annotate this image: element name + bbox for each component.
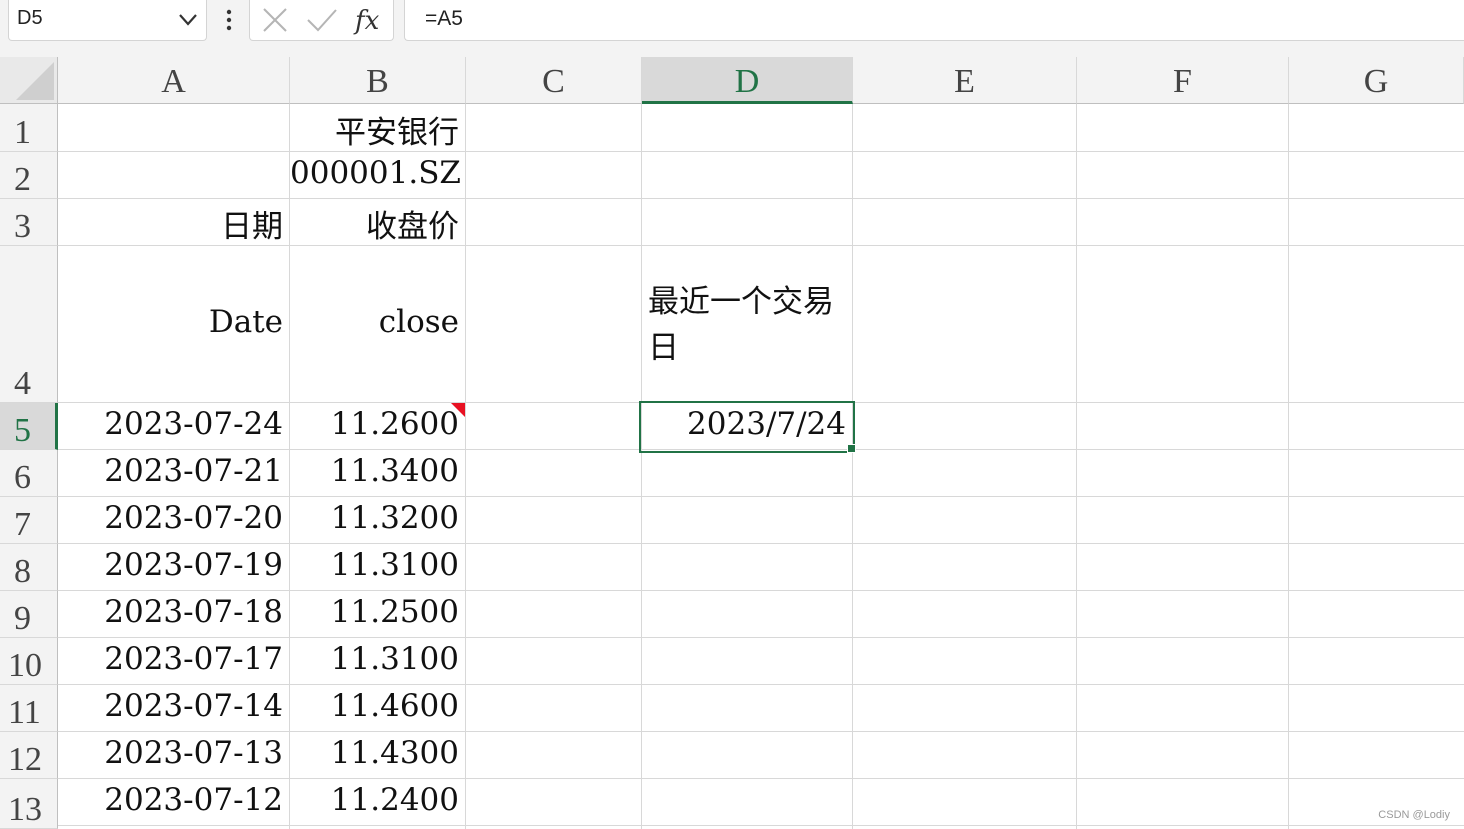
column-header-e[interactable]: E	[853, 57, 1077, 104]
row-number: 10	[8, 647, 42, 684]
row-header-10[interactable]: 10	[0, 638, 58, 685]
formula-actions: fx	[249, 0, 394, 41]
row-number: 4	[14, 365, 31, 402]
column-header-g[interactable]: G	[1289, 57, 1464, 104]
cancel-icon[interactable]	[260, 6, 290, 34]
cell-close[interactable]: 11.3400	[290, 453, 459, 489]
cell-close[interactable]: 11.4600	[290, 688, 459, 724]
row-header-5[interactable]: 5	[0, 403, 58, 450]
cell-date[interactable]: 2023-07-18	[58, 594, 283, 630]
svg-text:fx: fx	[353, 6, 380, 36]
row-header-12[interactable]: 12	[0, 732, 58, 779]
cell-b4[interactable]: close	[290, 304, 459, 340]
cell-date[interactable]: 2023-07-20	[58, 500, 283, 536]
gridline	[58, 684, 1464, 685]
cell-close[interactable]: 11.2600	[290, 406, 459, 442]
cell-d4[interactable]: 最近一个交易日	[648, 279, 844, 371]
row-number: 12	[8, 741, 42, 778]
gridline	[58, 590, 1464, 591]
cell-close[interactable]: 11.3100	[290, 547, 459, 583]
row-number: 8	[14, 553, 31, 590]
comment-indicator[interactable]	[451, 403, 465, 417]
formula-input[interactable]: =A5	[404, 0, 1464, 41]
name-box[interactable]: D5	[8, 0, 207, 41]
gridline	[641, 104, 642, 829]
fill-handle[interactable]	[847, 444, 856, 453]
cell-date[interactable]: 2023-07-19	[58, 547, 283, 583]
cell-date[interactable]: 2023-07-14	[58, 688, 283, 724]
insert-function-icon[interactable]: fx	[353, 4, 387, 36]
column-header-d[interactable]: D	[642, 57, 853, 104]
gridline	[1076, 104, 1077, 829]
confirm-icon[interactable]	[305, 6, 339, 34]
gridline	[58, 778, 1464, 779]
row-number: 6	[14, 459, 31, 496]
row-header-3[interactable]: 3	[0, 199, 58, 246]
cell-close[interactable]: 11.4300	[290, 735, 459, 771]
gridline	[465, 104, 466, 829]
column-header-b[interactable]: B	[290, 57, 466, 104]
row-header-6[interactable]: 6	[0, 450, 58, 497]
formula-text: =A5	[425, 7, 463, 30]
row-header-9[interactable]: 9	[0, 591, 58, 638]
gridline	[1288, 104, 1289, 829]
gridline	[58, 825, 1464, 826]
gridline	[58, 637, 1464, 638]
name-box-value: D5	[17, 7, 43, 29]
select-all-corner[interactable]	[0, 57, 58, 104]
gridline	[58, 198, 1464, 199]
cell-a3[interactable]: 日期	[58, 201, 283, 246]
row-number: 2	[14, 161, 31, 198]
column-header-a[interactable]: A	[58, 57, 290, 104]
gridline	[58, 151, 1464, 152]
gridline	[58, 731, 1464, 732]
column-header-f[interactable]: F	[1077, 57, 1289, 104]
row-number: 3	[14, 208, 31, 245]
cell-b1[interactable]: 平安银行	[290, 107, 459, 152]
cell-b2[interactable]: 000001.SZ	[290, 155, 461, 191]
cell-date[interactable]: 2023-07-21	[58, 453, 283, 489]
cell-close[interactable]: 11.2400	[290, 782, 459, 818]
chevron-down-icon[interactable]	[178, 13, 198, 27]
cell-date[interactable]: 2023-07-12	[58, 782, 283, 818]
cell-date[interactable]: 2023-07-13	[58, 735, 283, 771]
column-header-c[interactable]: C	[466, 57, 642, 104]
cell-date[interactable]: 2023-07-24	[58, 406, 283, 442]
cell-close[interactable]: 11.3200	[290, 500, 459, 536]
watermark: CSDN @Lodiy	[1378, 809, 1450, 821]
cell-close[interactable]: 11.2500	[290, 594, 459, 630]
row-header-1[interactable]: 1	[0, 104, 58, 152]
row-number: 7	[14, 506, 31, 543]
cell-close[interactable]: 11.3100	[290, 641, 459, 677]
row-number: 11	[8, 694, 41, 731]
row-header-8[interactable]: 8	[0, 544, 58, 591]
row-number: 13	[8, 791, 42, 828]
row-header-2[interactable]: 2	[0, 152, 58, 199]
cell-a4[interactable]: Date	[58, 304, 283, 340]
row-header-13[interactable]: 13	[0, 779, 58, 829]
row-header-11[interactable]: 11	[0, 685, 58, 732]
select-all-triangle-icon	[16, 62, 54, 100]
row-number: 5	[14, 412, 31, 449]
row-header-7[interactable]: 7	[0, 497, 58, 544]
row-number: 1	[14, 114, 31, 151]
more-options-icon[interactable]	[222, 9, 236, 31]
gridline	[58, 496, 1464, 497]
gridline	[58, 543, 1464, 544]
row-header-4[interactable]: 4	[0, 246, 58, 403]
formula-bar: D5 fx =A5	[0, 0, 1464, 57]
cell-b3[interactable]: 收盘价	[290, 201, 459, 246]
gridline	[852, 104, 853, 829]
cell-d5[interactable]: 2023/7/24	[642, 406, 846, 442]
row-number: 9	[14, 600, 31, 637]
cell-date[interactable]: 2023-07-17	[58, 641, 283, 677]
